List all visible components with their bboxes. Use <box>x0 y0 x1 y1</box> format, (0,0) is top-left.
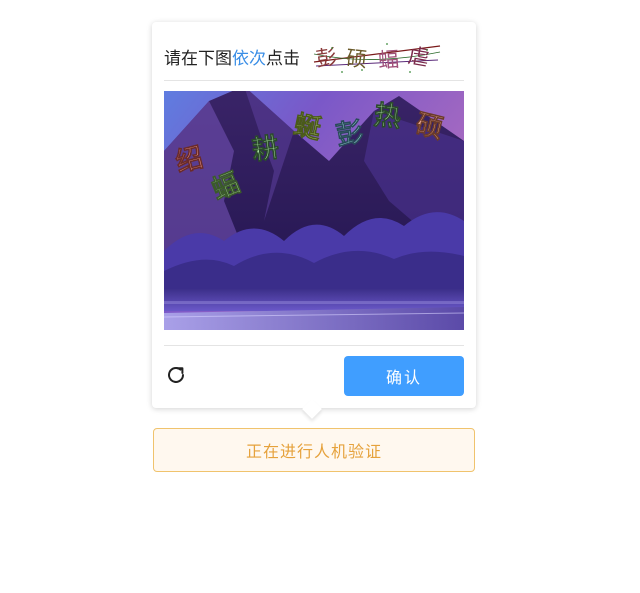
target-char-3: 蝠 <box>377 47 400 72</box>
image-char-3: 耕 <box>250 132 281 166</box>
instruction-highlight: 依次 <box>232 48 266 69</box>
refresh-icon <box>168 366 184 383</box>
captcha-card: 请在下图依次点击 彭 硕 蝠 虐 绍 蝠 耕 蜒 彭 热 硕 确认 <box>152 22 476 408</box>
divider <box>164 345 464 346</box>
target-char-1: 彭 <box>314 45 338 72</box>
image-char-5: 彭 <box>334 117 366 152</box>
captcha-instruction: 请在下图依次点击 <box>164 44 300 69</box>
target-characters: 彭 硕 蝠 虐 <box>312 36 442 76</box>
image-char-6: 热 <box>372 100 402 134</box>
instruction-prefix: 请在下图 <box>164 48 232 69</box>
instruction-suffix: 点击 <box>266 48 300 69</box>
confirm-button[interactable]: 确认 <box>344 356 464 396</box>
target-char-2: 硕 <box>345 46 368 72</box>
verification-status-banner[interactable]: 正在进行人机验证 <box>153 428 475 472</box>
captcha-image[interactable]: 绍 蝠 耕 蜒 彭 热 硕 <box>164 91 464 330</box>
captcha-header: 请在下图依次点击 彭 硕 蝠 虐 <box>164 32 464 81</box>
target-char-4: 虐 <box>406 43 431 70</box>
refresh-button[interactable] <box>164 363 188 387</box>
